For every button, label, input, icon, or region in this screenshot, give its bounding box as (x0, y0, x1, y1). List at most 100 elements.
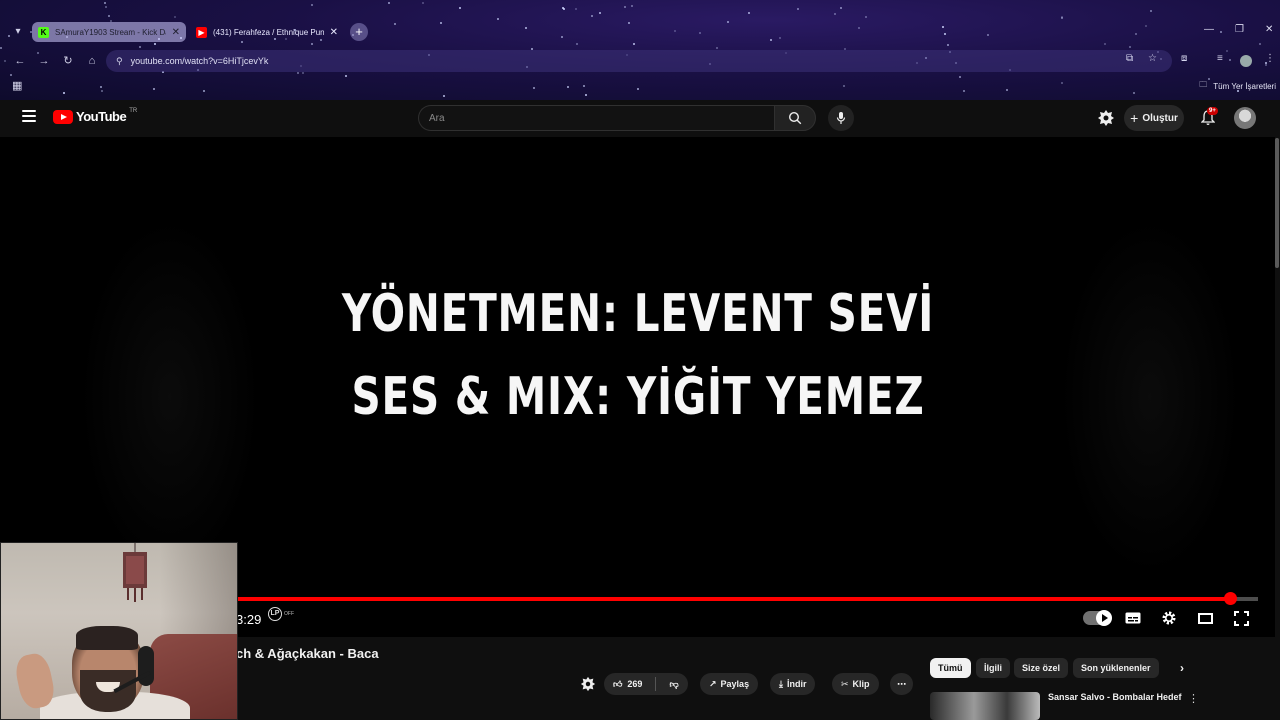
progress-bar[interactable] (238, 592, 1258, 605)
thumbs-down-icon: 👎︎ (669, 678, 679, 689)
like-button[interactable]: 👍︎ 269 (604, 673, 651, 695)
star-dot (0, 47, 2, 49)
recommendation-title[interactable]: Sansar Salvo - Bombalar Hedef (1048, 692, 1182, 702)
star-dot (311, 4, 313, 6)
close-tab-icon[interactable]: ✕ (330, 27, 338, 38)
star-dot (302, 72, 304, 74)
star-dot (624, 6, 626, 8)
lp-state: OFF (284, 611, 294, 617)
extensions-icon[interactable]: ⧈ (1181, 53, 1187, 64)
sparkle-gear-icon (1098, 110, 1114, 126)
minimize-icon[interactable]: — (1204, 24, 1214, 35)
dislike-button[interactable]: 👎︎ (660, 673, 687, 695)
scrubber-handle[interactable] (1224, 592, 1238, 605)
tab-kick-stream[interactable]: K SAmuraY1903 Stream - Kick Daha ✕ (32, 22, 186, 42)
lp-extension-toggle[interactable]: LP OFF (268, 607, 294, 621)
chips-next-icon[interactable]: › (1172, 658, 1192, 678)
youtube-logo-icon (53, 109, 73, 124)
star-dot (575, 8, 577, 10)
subtitles-button[interactable] (1122, 608, 1144, 628)
install-app-icon[interactable]: ⧉ (1126, 53, 1133, 64)
star-dot (10, 74, 12, 76)
browser-menu-icon[interactable]: ⋮ (1265, 53, 1275, 64)
clip-label: Klip (852, 679, 870, 689)
star-dot (1061, 17, 1063, 19)
menu-icon[interactable] (22, 110, 36, 122)
search-icon (788, 111, 802, 125)
star-dot (748, 12, 750, 14)
notifications-button[interactable]: 9+ (1198, 105, 1218, 131)
close-window-icon[interactable]: ✕ (1265, 24, 1273, 35)
recommendation-thumbnail[interactable] (930, 692, 1040, 720)
current-time: 3:29 (236, 612, 262, 627)
voice-search-button[interactable] (828, 105, 854, 131)
chip-for-you[interactable]: Size özel (1014, 658, 1069, 678)
recommendation-more-icon[interactable]: ⋮ (1188, 692, 1199, 705)
share-button[interactable]: ↗ Paylaş (700, 673, 759, 695)
like-count: 269 (627, 679, 643, 689)
tab-title: SAmuraY1903 Stream - Kick Daha (55, 27, 166, 37)
streamer-webcam (0, 542, 238, 720)
star-dot (716, 47, 718, 49)
notification-badge: 9+ (1207, 107, 1218, 115)
forward-icon[interactable]: → (36, 53, 52, 69)
create-button[interactable]: + Oluştur (1124, 105, 1184, 131)
more-horizontal-icon: ⋯ (897, 678, 906, 689)
chip-all[interactable]: Tümü (930, 658, 971, 678)
star-dot (139, 46, 141, 48)
profile-icon[interactable] (1240, 55, 1252, 67)
folder-icon: 🗀 (1199, 80, 1208, 89)
theater-mode-button[interactable] (1194, 608, 1216, 628)
chip-recent[interactable]: Son yüklenenler (1073, 658, 1159, 678)
chip-related[interactable]: İlgili (976, 658, 1010, 678)
media-icon[interactable]: ≡ (1217, 53, 1223, 64)
star-dot (1150, 10, 1152, 12)
account-avatar[interactable] (1234, 107, 1256, 129)
autoplay-play-icon (1096, 610, 1112, 626)
fullscreen-button[interactable] (1230, 608, 1252, 628)
site-info-icon[interactable]: ⚲ (116, 56, 123, 67)
sparkle-gear-icon (580, 676, 596, 692)
star-dot (459, 7, 461, 9)
browser-chrome: ▾ K SAmuraY1903 Stream - Kick Daha ✕ ▶ (… (0, 0, 1280, 100)
star-dot (947, 44, 949, 46)
autoplay-toggle[interactable] (1083, 610, 1112, 626)
page-scrollbar[interactable] (1275, 138, 1279, 268)
webcam-border (0, 542, 238, 720)
clip-button[interactable]: ✂ Klip (832, 673, 879, 695)
apps-grid-icon[interactable]: ▦ (12, 79, 22, 92)
create-label: Oluştur (1142, 112, 1178, 124)
star-dot (834, 13, 836, 15)
premium-gear-action-icon[interactable] (580, 673, 596, 695)
close-tab-icon[interactable]: ✕ (172, 27, 180, 38)
video-credit-mix: SES & MIX: YİĞİT YEMEZ (351, 367, 925, 427)
logo-text: YouTube (76, 109, 127, 124)
url-bar[interactable]: ⚲ youtube.com/watch?v=6HiTjcevYk (106, 50, 1172, 72)
like-dislike-group: 👍︎ 269 👎︎ (604, 673, 688, 695)
more-actions-button[interactable]: ⋯ (890, 673, 913, 695)
all-bookmarks-button[interactable]: 🗀 Tüm Yer İşaretleri (1199, 79, 1276, 93)
tab-search-icon[interactable]: ▾ (10, 24, 26, 40)
tab-youtube-video[interactable]: ▶ (431) Ferahfeza / Ethnique Punch ✕ (190, 22, 344, 42)
star-dot (104, 2, 106, 4)
reload-icon[interactable]: ↻ (60, 53, 76, 69)
settings-button[interactable] (1158, 608, 1180, 628)
star-dot (631, 5, 633, 7)
download-button[interactable]: ⤓ İndir (770, 673, 816, 695)
search-input[interactable] (418, 105, 774, 131)
new-tab-button[interactable]: + (350, 23, 368, 41)
bookmark-star-icon[interactable]: ☆ (1148, 53, 1157, 64)
star-dot (797, 8, 799, 10)
fullscreen-icon (1233, 610, 1249, 626)
restore-icon[interactable]: ❐ (1235, 24, 1244, 35)
home-icon[interactable]: ⌂ (84, 53, 100, 69)
gear-icon (1162, 611, 1176, 625)
subtitles-icon (1125, 612, 1141, 624)
thumbs-up-icon: 👍︎ (613, 678, 623, 689)
bookmarks-bar: ▦ 🗀 Tüm Yer İşaretleri (0, 77, 1280, 95)
back-icon[interactable]: ← (12, 53, 28, 69)
youtube-logo[interactable]: YouTube TR (53, 108, 137, 124)
star-dot (108, 15, 110, 17)
premium-gear-icon[interactable] (1097, 109, 1115, 132)
search-button[interactable] (774, 105, 816, 131)
